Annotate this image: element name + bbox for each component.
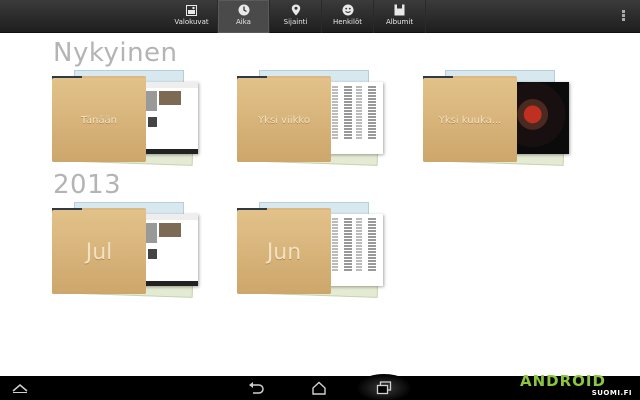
section-heading: Nykyinen xyxy=(53,38,178,68)
overflow-menu-icon[interactable] xyxy=(620,10,626,22)
tab-henkilot[interactable]: Henkilöt xyxy=(322,0,374,33)
folder-icon: Jun xyxy=(237,210,331,294)
photo-icon xyxy=(186,4,198,16)
back-icon[interactable] xyxy=(246,380,266,396)
folder-icon: Yksi kuuka... xyxy=(423,78,517,162)
recent-apps-icon[interactable] xyxy=(374,380,394,396)
tab-label: Valokuvat xyxy=(174,18,209,26)
album-yksi-kuukausi[interactable]: Yksi kuuka... xyxy=(423,70,573,166)
tab-label: Sijainti xyxy=(283,18,308,26)
tab-label: Aika xyxy=(236,18,251,26)
location-pin-icon xyxy=(290,4,302,16)
tab-label: Albumit xyxy=(385,18,414,26)
tab-sijainti[interactable]: Sijainti xyxy=(270,0,322,33)
album-label: Tänään xyxy=(80,114,117,126)
album-jul[interactable]: Jul xyxy=(52,202,202,298)
section-heading: 2013 xyxy=(53,170,122,200)
album-tanaan[interactable]: Tänään xyxy=(52,70,202,166)
album-label: Jul xyxy=(85,239,113,265)
folder-icon: Tänään xyxy=(52,78,146,162)
clock-icon xyxy=(238,4,250,16)
album-label: Yksi kuuka... xyxy=(438,114,502,126)
hide-keyboard-icon[interactable] xyxy=(10,380,30,396)
album-label: Jun xyxy=(266,239,302,265)
folder-icon: Jul xyxy=(52,210,146,294)
album-yksi-viikko[interactable]: Yksi viikko xyxy=(237,70,387,166)
logo-subtext: SUOMI.FI xyxy=(591,389,632,397)
tab-valokuvat[interactable]: Valokuvat xyxy=(166,0,218,33)
home-icon[interactable] xyxy=(309,380,329,396)
logo-text: ANDROID xyxy=(520,372,606,390)
action-bar: Valokuvat Aika Sijainti Henkilöt Albumit xyxy=(0,0,640,33)
tab-label: Henkilöt xyxy=(333,18,362,26)
smiley-face-icon xyxy=(342,4,354,16)
view-tabs: Valokuvat Aika Sijainti Henkilöt Albumit xyxy=(166,0,426,33)
tab-albumit[interactable]: Albumit xyxy=(374,0,426,33)
folder-icon: Yksi viikko xyxy=(237,78,331,162)
album-jun[interactable]: Jun xyxy=(237,202,387,298)
tab-aika[interactable]: Aika xyxy=(218,0,270,33)
androidsuomi-logo: ANDROID SUOMI.FI xyxy=(520,372,636,400)
gallery-app: Valokuvat Aika Sijainti Henkilöt Albumit… xyxy=(0,0,640,400)
album-icon xyxy=(394,4,406,16)
album-label: Yksi viikko xyxy=(258,114,310,126)
